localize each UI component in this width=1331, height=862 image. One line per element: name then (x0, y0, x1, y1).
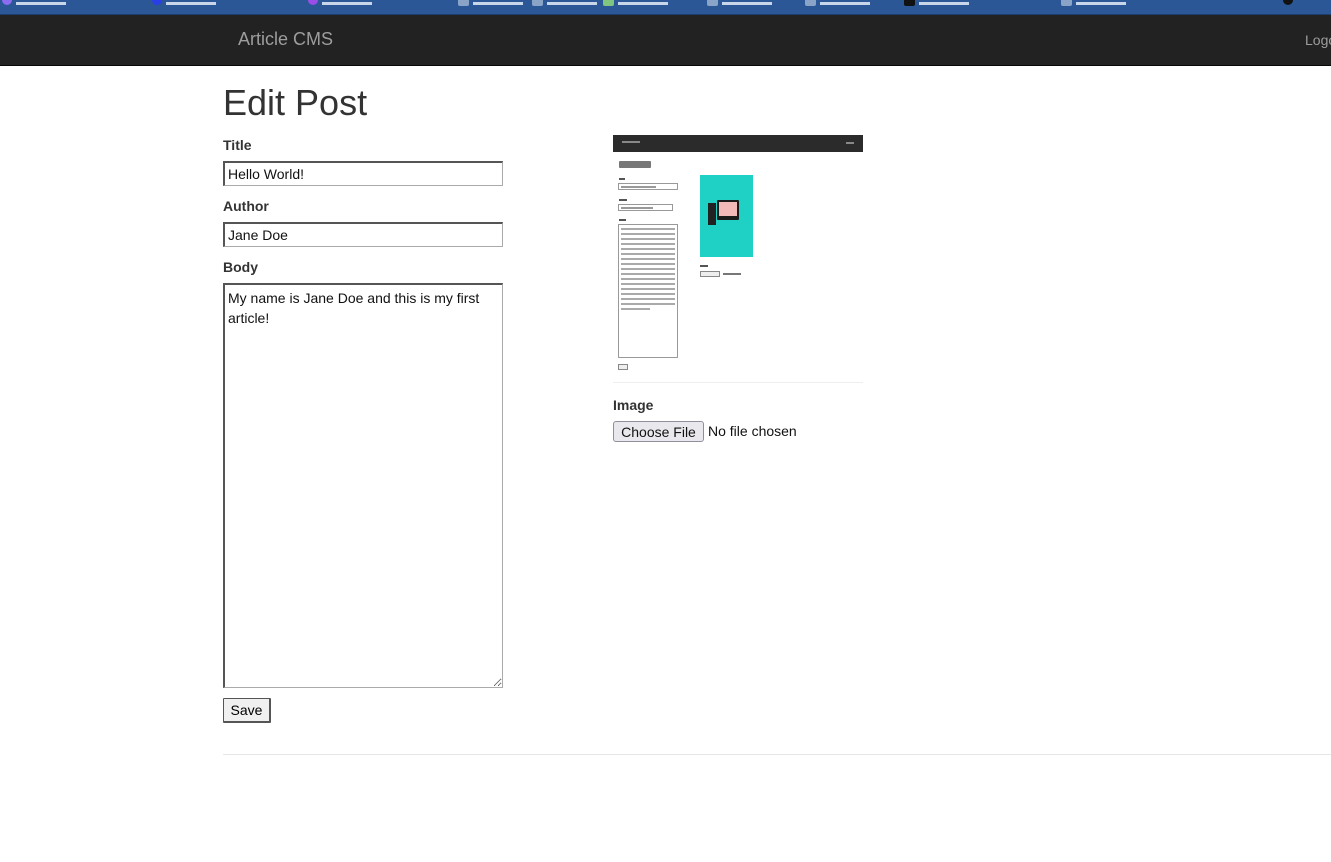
save-button[interactable]: Save (223, 698, 271, 723)
bookmark-icon (904, 0, 915, 6)
bookmark-icon (1283, 0, 1293, 5)
bookmark-item[interactable] (1283, 0, 1293, 7)
page-title: Edit Post (223, 82, 368, 123)
bookmark-icon (152, 0, 162, 5)
bookmark-icon (2, 0, 12, 5)
bookmark-item[interactable] (904, 0, 969, 7)
bookmark-item[interactable] (152, 0, 216, 7)
body-textarea[interactable]: My name is Jane Doe and this is my first… (223, 283, 503, 688)
title-input[interactable] (223, 161, 503, 186)
footer-divider (223, 754, 1331, 755)
title-label: Title (223, 137, 252, 153)
bookmark-icon (458, 0, 469, 6)
bookmark-item[interactable] (1061, 0, 1126, 7)
bookmarks-bar (0, 0, 1331, 15)
bookmark-icon (707, 0, 718, 6)
bookmark-item[interactable] (308, 0, 372, 7)
file-status-text: No file chosen (708, 423, 797, 439)
article-image-thumbnail (613, 135, 863, 383)
choose-file-button[interactable]: Choose File (613, 421, 704, 442)
bookmark-icon (308, 0, 318, 5)
bookmark-item[interactable] (707, 0, 772, 7)
navbar: Article CMS Logout (0, 15, 1331, 66)
bookmark-icon (603, 0, 614, 6)
author-label: Author (223, 198, 269, 214)
bookmark-icon (532, 0, 543, 6)
logout-link[interactable]: Logout (1305, 32, 1331, 48)
bookmark-item[interactable] (603, 0, 668, 7)
body-label: Body (223, 259, 258, 275)
author-input[interactable] (223, 222, 503, 247)
bookmark-icon (1061, 0, 1072, 6)
bookmark-item[interactable] (805, 0, 870, 7)
bookmark-item[interactable] (2, 0, 66, 7)
bookmark-icon (805, 0, 816, 6)
bookmark-item[interactable] (458, 0, 523, 7)
image-label: Image (613, 397, 654, 413)
navbar-brand[interactable]: Article CMS (238, 29, 333, 50)
bookmark-item[interactable] (532, 0, 597, 7)
